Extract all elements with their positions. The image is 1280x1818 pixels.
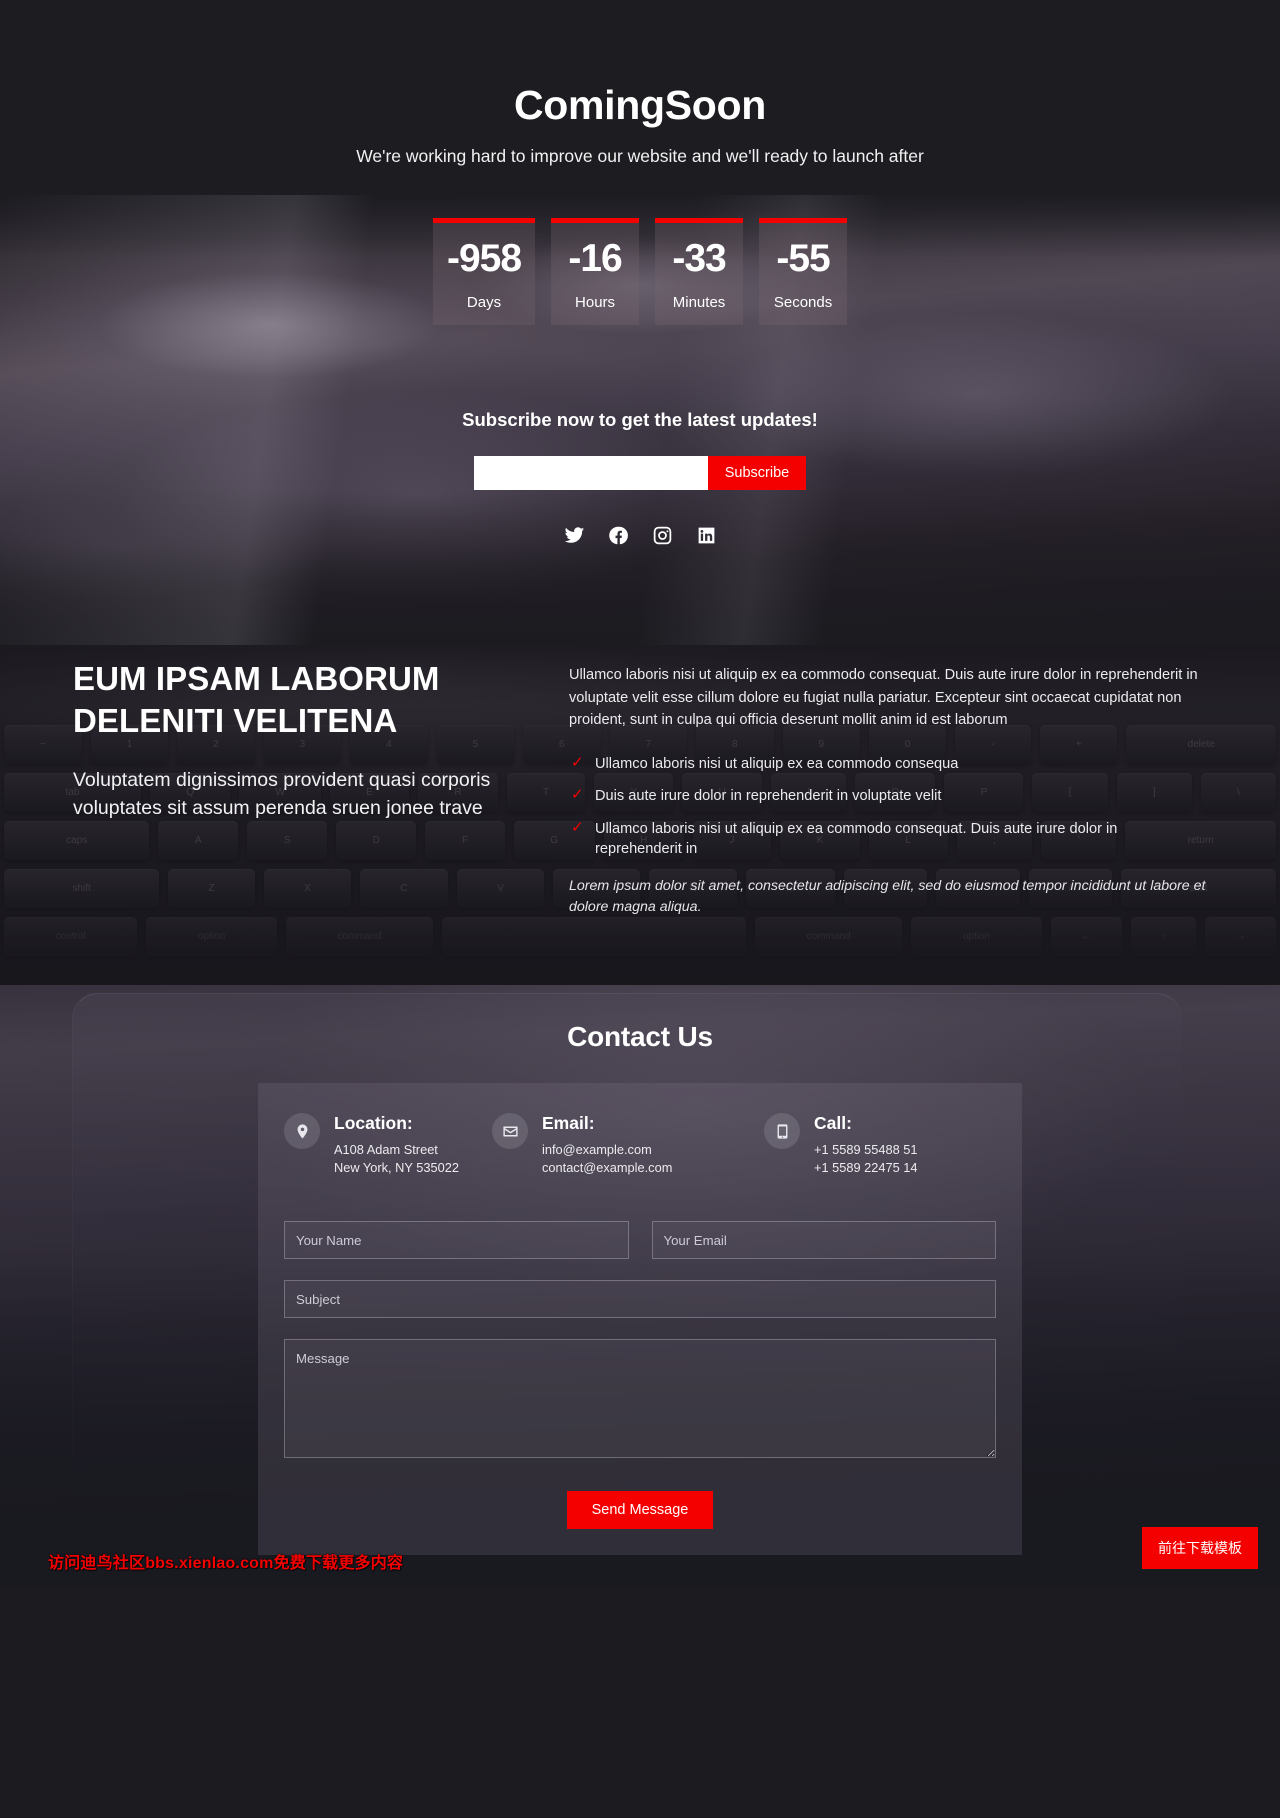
subscribe-title: Subscribe now to get the latest updates! xyxy=(462,409,818,431)
contact-info-row: Location: A108 Adam Street New York, NY … xyxy=(284,1113,996,1177)
about-subheading: Voluptatem dignissimos provident quasi c… xyxy=(73,769,491,819)
call-heading: Call: xyxy=(814,1113,852,1133)
countdown-hours-value: -16 xyxy=(568,237,622,281)
contact-form: Send Message xyxy=(284,1221,996,1530)
subscribe-section: Subscribe now to get the latest updates!… xyxy=(0,409,1280,491)
location-line-1: A108 Adam Street xyxy=(334,1142,438,1157)
countdown-seconds-value: -55 xyxy=(776,237,830,281)
countdown-seconds-label: Seconds xyxy=(773,294,833,312)
twitter-icon[interactable] xyxy=(562,523,586,547)
subject-input[interactable] xyxy=(284,1280,996,1319)
contact-section: Contact Us Location: A108 Adam Street Ne… xyxy=(0,985,1280,1587)
contact-card: Location: A108 Adam Street New York, NY … xyxy=(258,1083,1022,1556)
linkedin-icon[interactable] xyxy=(694,523,718,547)
coming-soon-page: ComingSoon We're working hard to improve… xyxy=(0,0,1280,1587)
subscribe-button[interactable]: Subscribe xyxy=(707,456,807,491)
map-pin-icon xyxy=(284,1113,320,1149)
countdown-minutes-label: Minutes xyxy=(672,294,726,312)
list-item-text: Ullamco laboris nisi ut aliquip ex ea co… xyxy=(595,820,1118,858)
email-line-1: info@example.com xyxy=(542,1142,652,1157)
about-heading: EUM IPSAM LABORUM DELENITI VELITENA xyxy=(73,660,440,739)
countdown-hours-label: Hours xyxy=(575,294,616,312)
email-input[interactable] xyxy=(651,1221,996,1260)
download-template-button[interactable]: 前往下载模板 xyxy=(1142,1527,1258,1569)
countdown-days-label: Days xyxy=(466,294,502,312)
envelope-icon xyxy=(492,1113,528,1149)
contact-title: Contact Us xyxy=(567,1021,713,1052)
countdown-timer: -958 Days -16 Hours -33 Minutes -55 Seco… xyxy=(0,218,1280,326)
list-item-text: Duis aute irure dolor in reprehenderit i… xyxy=(595,788,942,805)
email-heading: Email: xyxy=(542,1113,595,1133)
facebook-icon[interactable] xyxy=(606,523,630,547)
location-heading: Location: xyxy=(334,1113,413,1133)
countdown-hours: -16 Hours xyxy=(551,218,640,326)
check-icon: ✓ xyxy=(571,818,584,836)
countdown-days: -958 Days xyxy=(432,218,536,326)
phone-icon xyxy=(764,1113,800,1149)
contact-location: Location: A108 Adam Street New York, NY … xyxy=(284,1113,476,1177)
countdown-minutes: -33 Minutes xyxy=(655,218,744,326)
countdown-seconds: -55 Seconds xyxy=(759,218,848,326)
name-input[interactable] xyxy=(284,1221,629,1260)
list-item-text: Ullamco laboris nisi ut aliquip ex ea co… xyxy=(595,755,959,772)
countdown-days-value: -958 xyxy=(446,237,522,281)
social-links xyxy=(0,523,1280,547)
list-item: ✓ Ullamco laboris nisi ut aliquip ex ea … xyxy=(569,754,1207,774)
hero-section: ComingSoon We're working hard to improve… xyxy=(0,0,1280,645)
call-line-1: +1 5589 55488 51 xyxy=(814,1142,918,1157)
contact-email: Email: info@example.com contact@example.… xyxy=(492,1113,748,1177)
send-message-button[interactable]: Send Message xyxy=(566,1491,714,1530)
about-italic-note: Lorem ipsum dolor sit amet, consectetur … xyxy=(569,877,1206,916)
message-input[interactable] xyxy=(284,1339,996,1459)
about-section: ~1234567890-+deletetabQWERTYUIOP[]\capsA… xyxy=(0,645,1280,985)
watermark-text: 访问迪鸟社区bbs.xienlao.com免费下载更多内容 xyxy=(48,1555,404,1572)
about-checklist: ✓ Ullamco laboris nisi ut aliquip ex ea … xyxy=(569,754,1207,860)
hero-subtitle: We're working hard to improve our websit… xyxy=(356,146,924,167)
location-line-2: New York, NY 535022 xyxy=(334,1160,459,1176)
check-icon: ✓ xyxy=(571,753,584,771)
subscribe-form: Subscribe xyxy=(0,456,1280,491)
about-lead-paragraph: Ullamco laboris nisi ut aliquip ex ea co… xyxy=(569,667,1198,729)
list-item: ✓ Ullamco laboris nisi ut aliquip ex ea … xyxy=(569,819,1207,860)
page-title: ComingSoon xyxy=(513,82,767,128)
list-item: ✓ Duis aute irure dolor in reprehenderit… xyxy=(569,786,1207,806)
email-line-2: contact@example.com xyxy=(542,1160,673,1176)
call-line-2: +1 5589 22475 14 xyxy=(814,1160,918,1176)
check-icon: ✓ xyxy=(571,786,584,804)
instagram-icon[interactable] xyxy=(650,523,674,547)
contact-call: Call: +1 5589 55488 51 +1 5589 22475 14 xyxy=(764,1113,996,1177)
countdown-minutes-value: -33 xyxy=(672,237,726,281)
subscribe-email-input[interactable] xyxy=(473,456,708,491)
